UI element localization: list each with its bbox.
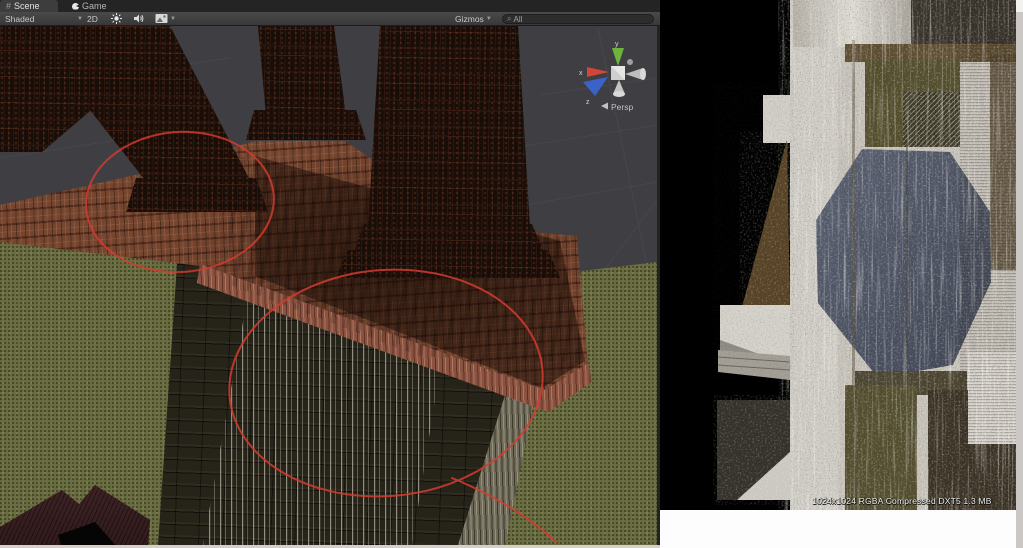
projection-mode-label[interactable]: Persp xyxy=(611,102,633,112)
audio-toggle-button[interactable] xyxy=(130,12,147,25)
annotation-ellipse-1 xyxy=(85,130,275,274)
annotation-ellipse-2 xyxy=(228,268,544,498)
view-tabbar: # Scene Game xyxy=(0,0,660,12)
annotation-layer xyxy=(85,130,557,543)
search-icon: ⌕ xyxy=(507,14,512,23)
gizmo-axis-y-label: y xyxy=(615,41,619,48)
toggle-2d-label: 2D xyxy=(87,13,98,24)
image-effects-icon xyxy=(155,14,168,23)
chevron-down-icon: ▼ xyxy=(170,15,176,22)
sun-icon xyxy=(111,13,122,24)
texture-preview-panel: 1024x1024 RGBA Compressed DXT5 1.3 MB xyxy=(660,0,1016,548)
chevron-down-icon: ▼ xyxy=(485,15,492,22)
scene-panel: # Scene Game Shaded ▼ 2D ▼ Gizmos ▼ ⌕ Al… xyxy=(0,0,660,548)
gizmo-axis-y[interactable] xyxy=(612,48,624,66)
scene-tab-icon: # xyxy=(6,0,12,11)
effects-dropdown-button[interactable]: ▼ xyxy=(152,12,179,25)
preview-background xyxy=(660,510,1016,548)
annotation-stroke-tail xyxy=(451,477,557,543)
shading-mode-label: Shaded xyxy=(5,13,35,24)
toggle-2d-button[interactable]: 2D xyxy=(84,12,101,25)
tab-game[interactable]: Game xyxy=(66,0,116,12)
scene-search-input[interactable]: ⌕ All xyxy=(502,14,654,24)
search-value: All xyxy=(513,14,523,24)
persp-arrow-icon xyxy=(601,102,608,110)
gizmo-axis-negative-z[interactable] xyxy=(627,59,633,65)
gizmos-label: Gizmos xyxy=(455,13,484,24)
texture-preview-image xyxy=(717,0,1016,510)
scene-toolbar: Shaded ▼ 2D ▼ Gizmos ▼ ⌕ All xyxy=(0,12,660,26)
gizmo-cone-base xyxy=(640,68,646,80)
gizmo-cone-base xyxy=(613,91,625,97)
audio-icon xyxy=(134,14,144,23)
scene-orientation-gizmo[interactable]: y x z Persp xyxy=(573,40,657,114)
scene-tab-label: Scene xyxy=(14,1,40,11)
shading-mode-dropdown[interactable]: Shaded ▼ xyxy=(2,12,86,25)
inspector-scrollbar[interactable] xyxy=(1016,0,1023,548)
gizmo-axis-x-label: x xyxy=(579,70,583,77)
unity-editor-window: # Scene Game Shaded ▼ 2D ▼ Gizmos ▼ ⌕ Al… xyxy=(0,0,1023,548)
gizmo-axis-z-label: z xyxy=(586,99,590,106)
gizmo-axis-z[interactable] xyxy=(583,77,608,96)
game-tab-icon xyxy=(72,2,79,10)
lighting-toggle-button[interactable] xyxy=(108,12,125,25)
gizmo-axis-x[interactable] xyxy=(587,67,609,77)
gizmos-dropdown[interactable]: Gizmos ▼ xyxy=(452,12,495,25)
scene-viewport[interactable]: y x z Persp xyxy=(0,26,657,545)
game-tab-label: Game xyxy=(82,1,107,11)
scrollbar-thumb[interactable] xyxy=(1016,0,1023,12)
tab-scene[interactable]: # Scene xyxy=(0,0,58,12)
chevron-down-icon: ▼ xyxy=(77,15,83,22)
texture-info-label: 1024x1024 RGBA Compressed DXT5 1.3 MB xyxy=(812,496,992,506)
